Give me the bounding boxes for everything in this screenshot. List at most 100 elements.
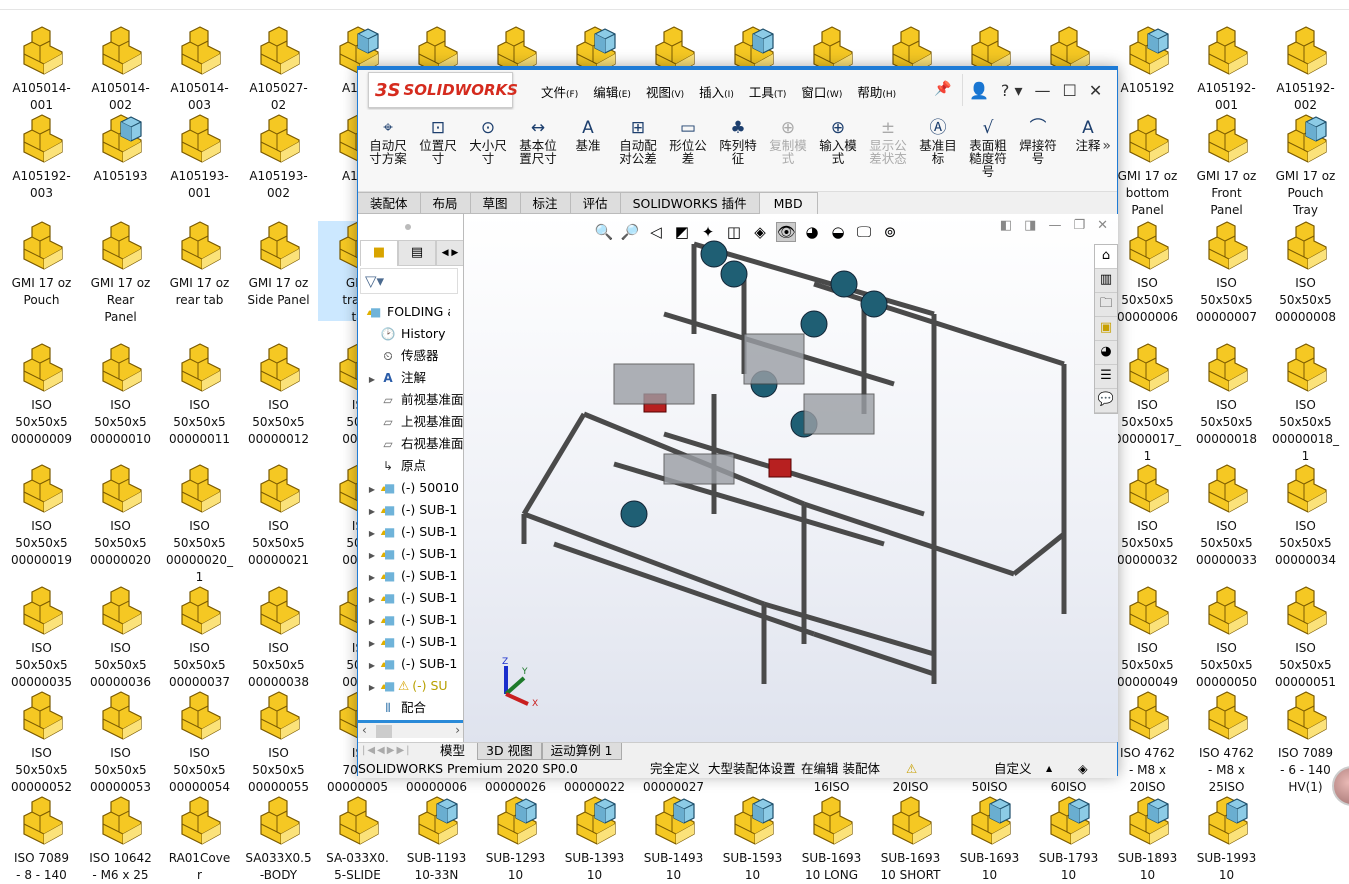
- toolbar-button[interactable]: A 基准: [563, 110, 613, 191]
- tree-node[interactable]: ▶ ▰■ (-) 50010: [358, 477, 463, 499]
- file-explorer-icon[interactable]: 🗀: [1095, 293, 1117, 317]
- toolbar-button[interactable]: Ⓐ 基准目 标: [913, 110, 963, 191]
- desktop-file-icon[interactable]: SUB-1493 10: [634, 796, 713, 884]
- desktop-file-icon[interactable]: SUB-1593 10: [713, 796, 792, 884]
- desktop-file-icon[interactable]: SUB-1893 10: [1108, 796, 1187, 884]
- desktop-file-icon[interactable]: SUB-1793 10: [1029, 796, 1108, 884]
- expand-arrow-icon[interactable]: ▶: [366, 677, 378, 697]
- desktop-file-icon[interactable]: GMI 17 oz Side Panel: [239, 221, 318, 309]
- desktop-file-icon[interactable]: SUB-1693 10 LONG: [792, 796, 871, 884]
- desktop-file-icon[interactable]: GMI 17 oz Rear Panel: [81, 221, 160, 326]
- menu-item[interactable]: 视图(V): [646, 82, 684, 101]
- tree-node[interactable]: ▶ A 注解: [358, 367, 463, 389]
- desktop-file-icon[interactable]: ISO 50x50x5 00000033: [1187, 464, 1266, 569]
- desktop-file-icon[interactable]: ISO 4762 - M8 x 20ISO: [1108, 691, 1187, 796]
- design-library-icon[interactable]: ▥: [1095, 269, 1117, 293]
- desktop-file-icon[interactable]: SUB-1993 10: [1187, 796, 1266, 884]
- tab-property-manager[interactable]: ▤: [398, 240, 436, 266]
- toolbar-button[interactable]: ▭ 形位公 差: [663, 110, 713, 191]
- solidworks-logo[interactable]: 3S SOLIDWORKS: [368, 72, 518, 108]
- desktop-file-icon[interactable]: ISO 50x50x5 00000010: [81, 343, 160, 448]
- expand-arrow-icon[interactable]: ▶: [366, 545, 378, 565]
- tree-node[interactable]: ▶ ▰■ (-) SUB-1: [358, 631, 463, 653]
- toolbar-button[interactable]: ⊡ 位置尺 寸: [413, 110, 463, 191]
- desktop-file-icon[interactable]: ISO 50x50x5 00000012: [239, 343, 318, 448]
- tab[interactable]: MBD: [759, 192, 818, 214]
- toolbar-button[interactable]: ↔ 基本位 置尺寸: [513, 110, 563, 191]
- desktop-file-icon[interactable]: ISO 50x50x5 00000020_ 1: [160, 464, 239, 586]
- home-icon[interactable]: ⌂: [1095, 245, 1117, 269]
- view-palette-icon[interactable]: ▣: [1095, 317, 1117, 341]
- more-tools-chevron-icon[interactable]: »: [1102, 138, 1111, 154]
- toolbar-button[interactable]: √ 表面粗 糙度符 号: [963, 110, 1013, 191]
- desktop-file-icon[interactable]: ISO 50x50x5 00000018: [1187, 343, 1266, 448]
- desktop-file-icon[interactable]: GMI 17 oz Pouch Tray: [1266, 114, 1345, 219]
- tree-node[interactable]: ⫴ 配合: [358, 697, 463, 719]
- desktop-file-icon[interactable]: A105192- 003: [2, 114, 81, 202]
- desktop-file-icon[interactable]: ISO 50x50x5 00000055: [239, 691, 318, 796]
- tab[interactable]: 装配体: [358, 192, 421, 214]
- maximize-button[interactable]: ☐: [1063, 81, 1077, 100]
- toolbar-button[interactable]: ± 显示公 差状态: [863, 110, 913, 191]
- expand-arrow-icon[interactable]: ▶: [366, 369, 378, 389]
- desktop-file-icon[interactable]: ISO 50x50x5 00000006: [1108, 221, 1187, 326]
- panel-tab-scroll[interactable]: ◀ ▶: [436, 240, 463, 266]
- menu-item[interactable]: 窗口(W): [801, 82, 842, 101]
- desktop-file-icon[interactable]: ISO 50x50x5 00000052: [2, 691, 81, 796]
- units-arrow-icon[interactable]: ▲: [1046, 760, 1052, 778]
- graphics-viewport[interactable]: ◧ ◨ — ❐ ✕ 🔍 🔎 ◁ ◩ ✦ ◫ ◈ 👁 ◕ ◒ 🖵 ⊚ Z Y X ⌂ ▥ 🗀 ▣ ◕ ☰ 💬: [464, 214, 1118, 742]
- toolbar-button[interactable]: ♣ 阵列特 征: [713, 110, 763, 191]
- desktop-file-icon[interactable]: ISO 50x50x5 00000032: [1108, 464, 1187, 569]
- tab[interactable]: SOLIDWORKS 插件: [620, 192, 760, 214]
- desktop-file-icon[interactable]: ISO 50x50x5 00000017_ 1: [1108, 343, 1187, 465]
- toolbar-button[interactable]: ⊕ 复制模 式: [763, 110, 813, 191]
- desktop-file-icon[interactable]: ISO 7089 - 8 - 140: [2, 796, 81, 884]
- expand-arrow-icon[interactable]: ▶: [366, 523, 378, 543]
- desktop-file-icon[interactable]: ISO 50x50x5 00000035: [2, 586, 81, 691]
- desktop-file-icon[interactable]: ISO 50x50x5 00000037: [160, 586, 239, 691]
- desktop-file-icon[interactable]: A105014- 002: [81, 26, 160, 114]
- desktop-file-icon[interactable]: A105192- 001: [1187, 26, 1266, 114]
- bottom-tab[interactable]: 运动算例 1: [541, 743, 622, 760]
- appearances-icon[interactable]: ◕: [1095, 341, 1117, 365]
- desktop-file-icon[interactable]: ISO 50x50x5 00000018_ 1: [1266, 343, 1345, 465]
- status-large-assembly-settings[interactable]: 大型装配体设置: [708, 760, 796, 778]
- menu-item[interactable]: 插入(I): [699, 82, 734, 101]
- pin-icon[interactable]: 📌: [934, 81, 951, 97]
- tree-node[interactable]: ▶ ▰■ (-) SUB-1: [358, 543, 463, 565]
- desktop-file-icon[interactable]: ISO 50x50x5 00000009: [2, 343, 81, 448]
- tab[interactable]: 草图: [470, 192, 521, 214]
- expand-arrow-icon[interactable]: ▶: [366, 611, 378, 631]
- desktop-file-icon[interactable]: ISO 50x50x5 00000008: [1266, 221, 1345, 326]
- desktop-file-icon[interactable]: ISO 50x50x5 00000051: [1266, 586, 1345, 691]
- desktop-file-icon[interactable]: ISO 50x50x5 00000019: [2, 464, 81, 569]
- expand-arrow-icon[interactable]: ▶: [366, 589, 378, 609]
- tree-node[interactable]: ↳ 原点: [358, 455, 463, 477]
- expand-arrow-icon[interactable]: ▶: [366, 567, 378, 587]
- desktop-file-icon[interactable]: ISO 50x50x5 00000038: [239, 586, 318, 691]
- expand-arrow-icon[interactable]: ▶: [366, 633, 378, 653]
- tab[interactable]: 布局: [420, 192, 471, 214]
- tree-node[interactable]: ▱ 上视基准面: [358, 411, 463, 433]
- tab[interactable]: 标注: [520, 192, 571, 214]
- desktop-file-icon[interactable]: ISO 50x50x5 00000020: [81, 464, 160, 569]
- toolbar-button[interactable]: ⌒ 焊接符 号: [1013, 110, 1063, 191]
- desktop-file-icon[interactable]: GMI 17 oz Front Panel: [1187, 114, 1266, 219]
- desktop-file-icon[interactable]: ISO 50x50x5 00000054: [160, 691, 239, 796]
- custom-properties-icon[interactable]: ☰: [1095, 365, 1117, 389]
- tab[interactable]: 评估: [570, 192, 621, 214]
- user-icon[interactable]: 👤: [969, 81, 989, 100]
- tree-node[interactable]: ▱ 右视基准面: [358, 433, 463, 455]
- desktop-file-icon[interactable]: RA01Cove r: [160, 796, 239, 884]
- toolbar-button[interactable]: ⊙ 大小尺 寸: [463, 110, 513, 191]
- tree-node[interactable]: ▶ ▰■ (-) SUB-1: [358, 499, 463, 521]
- rebuild-icon[interactable]: ⚠: [906, 760, 917, 778]
- desktop-file-icon[interactable]: GMI 17 oz rear tab: [160, 221, 239, 309]
- assembly-3d-model[interactable]: [464, 214, 1118, 742]
- tab-scroll-buttons[interactable]: |◀◀▶▶|: [358, 743, 428, 760]
- expand-arrow-icon[interactable]: ▶: [366, 655, 378, 675]
- panel-splitter-handle[interactable]: [405, 224, 411, 230]
- menu-item[interactable]: 编辑(E): [593, 82, 631, 101]
- desktop-file-icon[interactable]: A105014- 003: [160, 26, 239, 114]
- tree-node[interactable]: ▶ ▰■ ⚠ (-) SU: [358, 675, 463, 697]
